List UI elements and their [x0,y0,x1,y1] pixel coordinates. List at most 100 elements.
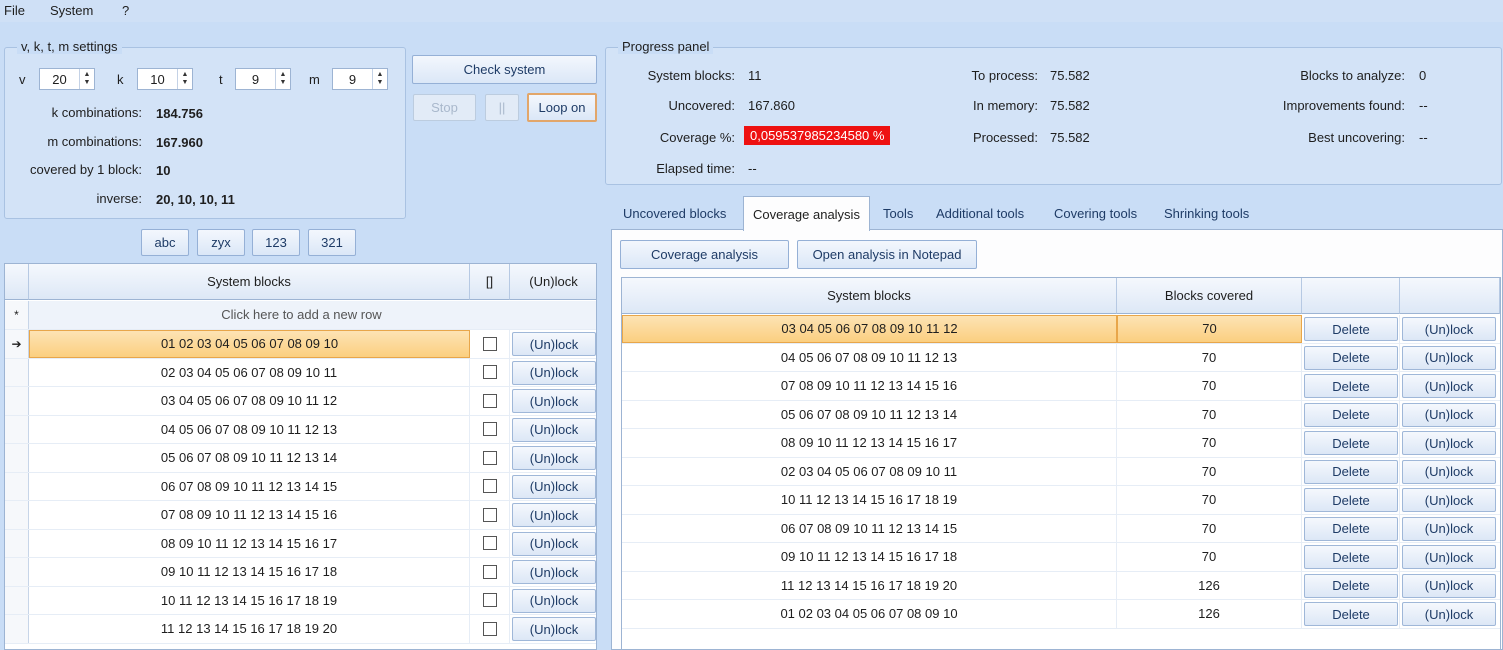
row-header[interactable] [5,586,29,614]
table-row[interactable]: 08 09 10 11 12 13 14 15 16 17 70 Delete (Un… [622,429,1500,458]
unlock-button[interactable]: (Un)lock [512,474,596,499]
blocks-covered-cell[interactable]: 126 [1117,600,1302,628]
table-row[interactable]: 06 07 08 09 10 11 12 13 14 15 (Un)lock [5,472,596,501]
unlock-button[interactable]: (Un)lock [512,360,596,385]
row-header[interactable]: ➔ [5,330,29,358]
tab-shrinking-tools[interactable]: Shrinking tools [1155,196,1258,230]
t-spinner[interactable]: 9 ▲ ▼ [235,68,291,90]
delete-button[interactable]: Delete [1304,374,1398,398]
check-system-button[interactable]: Check system [412,55,597,84]
system-block-cell[interactable]: 06 07 08 09 10 11 12 13 14 15 [622,514,1117,542]
blocks-covered-cell[interactable]: 70 [1117,543,1302,571]
blocks-covered-cell[interactable]: 70 [1117,400,1302,428]
loop-button[interactable]: Loop on [527,93,597,122]
select-checkbox[interactable] [482,393,497,408]
table-row[interactable]: 04 05 06 07 08 09 10 11 12 13 (Un)lock [5,415,596,444]
system-block-cell[interactable]: 09 10 11 12 13 14 15 16 17 18 [622,543,1117,571]
system-block-cell[interactable]: 03 04 05 06 07 08 09 10 11 12 [622,315,1117,343]
spinner-arrows-icon[interactable]: ▲ ▼ [275,69,290,89]
spinner-arrows-icon[interactable]: ▲ ▼ [372,69,387,89]
tab-uncovered-blocks[interactable]: Uncovered blocks [614,196,735,230]
blocks-covered-cell[interactable]: 70 [1117,315,1302,343]
blocks-covered-cell[interactable]: 70 [1117,343,1302,371]
v-spinner[interactable]: 20 ▲ ▼ [39,68,95,90]
unlock-button[interactable]: (Un)lock [1402,402,1496,427]
table-row[interactable]: 04 05 06 07 08 09 10 11 12 13 70 Delete (Un… [622,343,1500,372]
select-checkbox[interactable] [482,336,497,351]
system-block-cell[interactable]: 11 12 13 14 15 16 17 18 19 20 [622,571,1117,599]
table-row[interactable]: 09 10 11 12 13 14 15 16 17 18 (Un)lock [5,558,596,587]
table-row[interactable]: 06 07 08 09 10 11 12 13 14 15 70 Delete (Un… [622,514,1500,543]
delete-button[interactable]: Delete [1304,573,1398,598]
column-header-delete[interactable] [1302,278,1400,314]
select-checkbox[interactable] [482,536,497,551]
delete-button[interactable]: Delete [1304,459,1398,484]
tab-coverage-analysis[interactable]: Coverage analysis [743,196,870,231]
column-header-unlock[interactable] [1400,278,1500,314]
column-header-system-blocks[interactable]: System blocks [29,264,470,300]
table-row[interactable]: 03 04 05 06 07 08 09 10 11 12 (Un)lock [5,387,596,416]
row-header[interactable] [5,615,29,643]
system-block-cell[interactable]: 10 11 12 13 14 15 16 17 18 19 [622,486,1117,514]
pause-button[interactable]: || [485,94,519,121]
row-header[interactable] [5,444,29,472]
unlock-button[interactable]: (Un)lock [1402,516,1496,541]
blocks-covered-cell[interactable]: 70 [1117,372,1302,400]
blocks-covered-cell[interactable]: 70 [1117,457,1302,485]
unlock-button[interactable]: (Un)lock [512,503,596,527]
table-row[interactable]: 07 08 09 10 11 12 13 14 15 16 70 Delete (Un… [622,372,1500,401]
tab-covering-tools[interactable]: Covering tools [1045,196,1146,230]
sort-abc-button[interactable]: abc [141,229,189,256]
spinner-arrows-icon[interactable]: ▲ ▼ [79,69,94,89]
select-checkbox[interactable] [482,621,497,636]
unlock-button[interactable]: (Un)lock [512,531,596,556]
unlock-button[interactable]: (Un)lock [512,617,596,641]
spinner-arrows-icon[interactable]: ▲ ▼ [177,69,192,89]
m-spinner[interactable]: 9 ▲ ▼ [332,68,388,90]
table-row[interactable]: 05 06 07 08 09 10 11 12 13 14 (Un)lock [5,444,596,473]
table-row[interactable]: 02 03 04 05 06 07 08 09 10 11 (Un)lock [5,358,596,387]
row-header[interactable] [5,358,29,386]
table-row[interactable]: 08 09 10 11 12 13 14 15 16 17 (Un)lock [5,529,596,558]
stop-button[interactable]: Stop [413,94,476,121]
system-block-cell[interactable]: 07 08 09 10 11 12 13 14 15 16 [622,372,1117,400]
column-header-unlock[interactable]: (Un)lock [510,264,596,300]
system-block-cell[interactable]: 11 12 13 14 15 16 17 18 19 20 [29,615,470,643]
table-row[interactable]: 09 10 11 12 13 14 15 16 17 18 70 Delete (Un… [622,543,1500,572]
system-block-cell[interactable]: 07 08 09 10 11 12 13 14 15 16 [29,501,470,529]
sort-321-button[interactable]: 321 [308,229,356,256]
unlock-button[interactable]: (Un)lock [512,560,596,584]
system-block-cell[interactable]: 04 05 06 07 08 09 10 11 12 13 [622,343,1117,371]
select-checkbox[interactable] [482,479,497,494]
tab-additional-tools[interactable]: Additional tools [927,196,1033,230]
delete-button[interactable]: Delete [1304,431,1398,455]
delete-button[interactable]: Delete [1304,602,1398,626]
sort-123-button[interactable]: 123 [252,229,300,256]
blocks-covered-cell[interactable]: 70 [1117,514,1302,542]
row-header[interactable] [5,472,29,500]
table-row[interactable]: 11 12 13 14 15 16 17 18 19 20 126 Delete (U… [622,571,1500,600]
unlock-button[interactable]: (Un)lock [512,588,596,613]
system-block-cell[interactable]: 05 06 07 08 09 10 11 12 13 14 [622,400,1117,428]
system-block-cell[interactable]: 01 02 03 04 05 06 07 08 09 10 [29,330,470,358]
unlock-button[interactable]: (Un)lock [512,417,596,442]
unlock-button[interactable]: (Un)lock [1402,317,1496,341]
menu-system[interactable]: System [50,3,93,18]
system-block-cell[interactable]: 10 11 12 13 14 15 16 17 18 19 [29,586,470,614]
system-block-cell[interactable]: 08 09 10 11 12 13 14 15 16 17 [29,529,470,557]
blocks-covered-cell[interactable]: 126 [1117,571,1302,599]
blocks-covered-cell[interactable]: 70 [1117,486,1302,514]
unlock-button[interactable]: (Un)lock [1402,459,1496,484]
select-checkbox[interactable] [482,507,497,522]
system-block-cell[interactable]: 06 07 08 09 10 11 12 13 14 15 [29,472,470,500]
table-row[interactable]: 07 08 09 10 11 12 13 14 15 16 (Un)lock [5,501,596,530]
k-spinner[interactable]: 10 ▲ ▼ [137,68,193,90]
select-checkbox[interactable] [482,564,497,579]
unlock-button[interactable]: (Un)lock [1402,545,1496,569]
table-row[interactable]: 10 11 12 13 14 15 16 17 18 19 70 Delete (Un… [622,486,1500,515]
table-row[interactable]: 02 03 04 05 06 07 08 09 10 11 70 Delete (Un… [622,457,1500,486]
system-block-cell[interactable]: 05 06 07 08 09 10 11 12 13 14 [29,444,470,472]
unlock-button[interactable]: (Un)lock [512,389,596,413]
blocks-covered-cell[interactable]: 70 [1117,429,1302,457]
unlock-button[interactable]: (Un)lock [512,332,596,356]
